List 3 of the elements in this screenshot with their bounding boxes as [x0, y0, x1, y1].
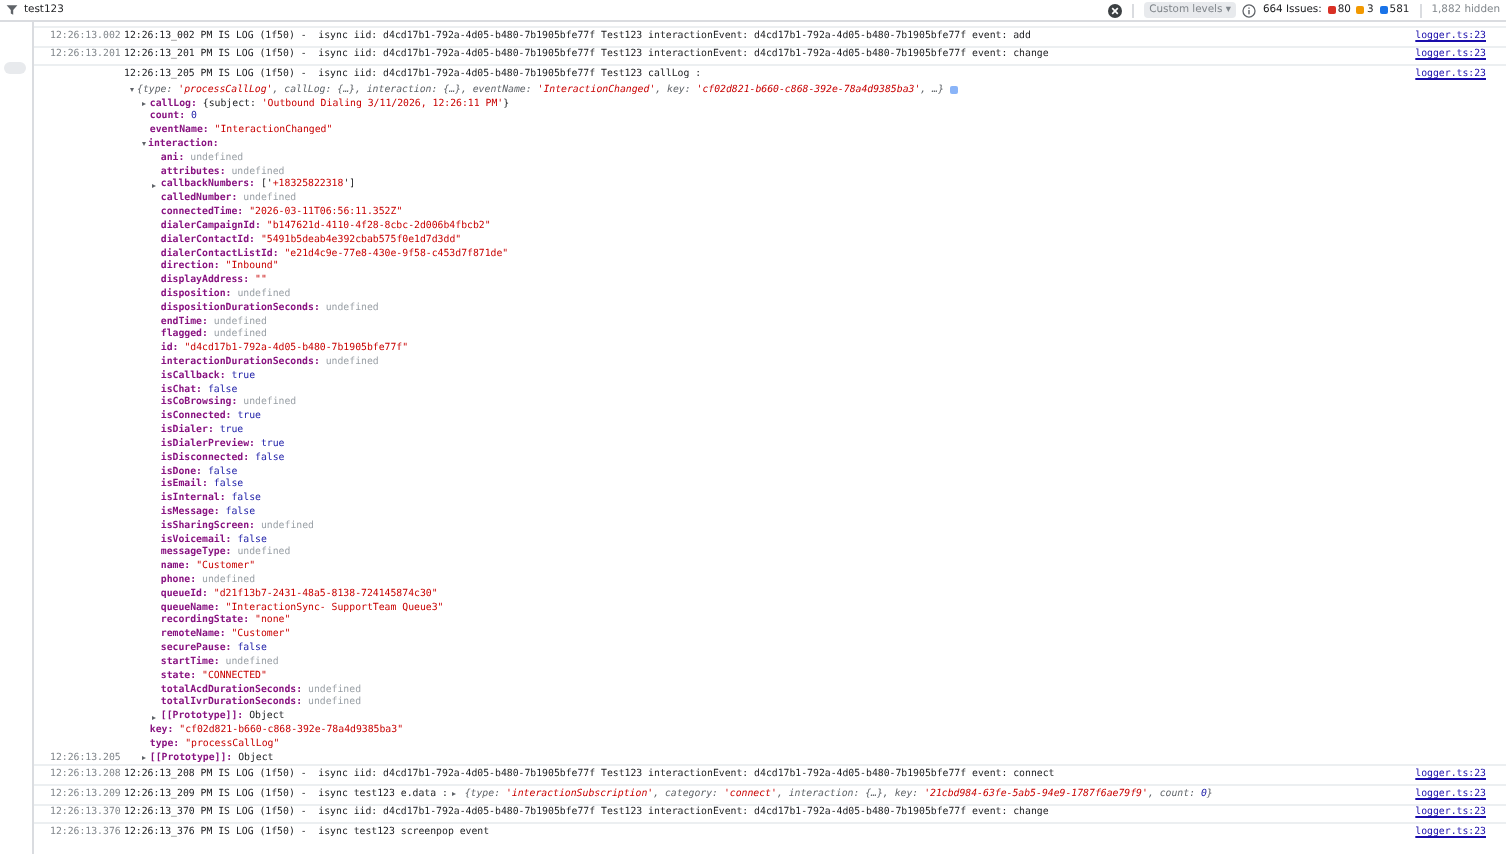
clear-icon[interactable]	[1107, 3, 1122, 17]
filter-icon[interactable]	[6, 4, 18, 16]
disclosure-triangle-icon[interactable]	[152, 183, 157, 188]
